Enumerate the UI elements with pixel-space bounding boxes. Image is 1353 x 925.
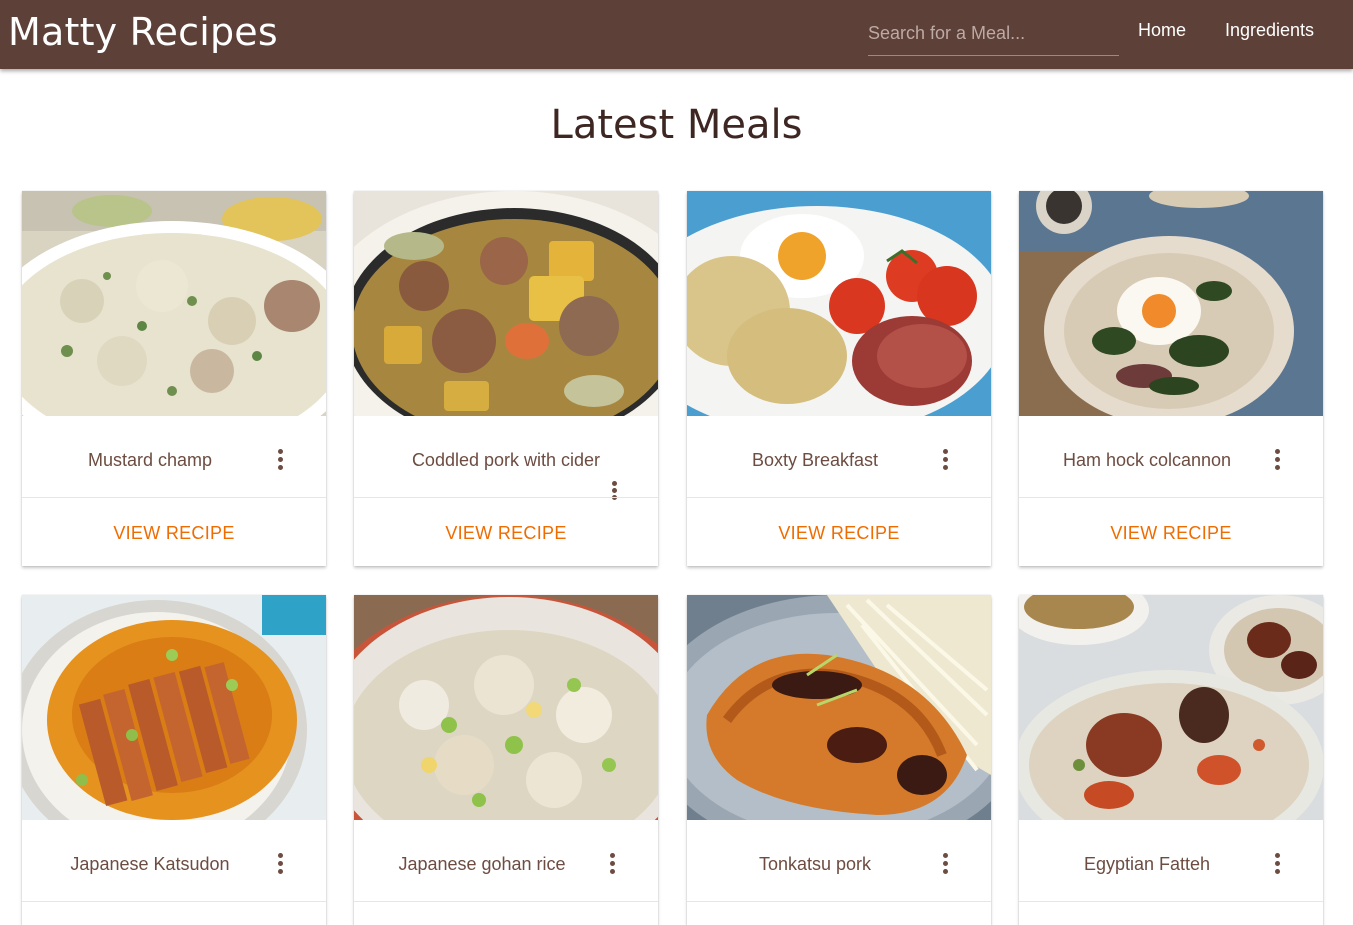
more-options-icon[interactable] — [600, 851, 624, 879]
meal-title: Mustard champ — [87, 450, 213, 470]
meal-card: Mustard champ VIEW RECIPE — [22, 191, 326, 566]
card-divider — [687, 901, 991, 902]
meal-card: Boxty Breakfast VIEW RECIPE — [687, 191, 991, 566]
meal-title: Japanese Katsudon — [70, 854, 230, 874]
meal-image[interactable] — [354, 595, 658, 820]
pork-stew-image — [354, 191, 658, 416]
card-divider — [354, 497, 658, 498]
view-recipe-button[interactable]: VIEW RECIPE — [1019, 521, 1323, 545]
more-options-icon[interactable] — [268, 447, 292, 475]
card-divider — [354, 901, 658, 902]
meal-card: Ham hock colcannon VIEW RECIPE — [1019, 191, 1323, 566]
meal-title: Japanese gohan rice — [398, 854, 566, 874]
meal-card: Japanese Katsudon — [22, 595, 326, 925]
meal-image[interactable] — [687, 595, 991, 820]
tonkatsu-image — [687, 595, 991, 820]
meal-card: Egyptian Fatteh — [1019, 595, 1323, 925]
card-divider — [1019, 497, 1323, 498]
more-options-icon[interactable] — [268, 851, 292, 879]
meal-image[interactable] — [22, 191, 326, 416]
card-divider — [22, 497, 326, 498]
katsudon-image — [22, 595, 326, 820]
meal-card: Tonkatsu pork — [687, 595, 991, 925]
card-divider — [1019, 901, 1323, 902]
nav-link-home[interactable]: Home — [1138, 18, 1186, 42]
view-recipe-button[interactable]: VIEW RECIPE — [22, 521, 326, 545]
more-options-icon[interactable] — [602, 476, 626, 500]
fatteh-image — [1019, 595, 1323, 820]
meal-image[interactable] — [1019, 595, 1323, 820]
meal-title: Ham hock colcannon — [1062, 450, 1232, 470]
more-options-icon[interactable] — [1265, 447, 1289, 475]
fried-rice-image — [354, 595, 658, 820]
meal-image[interactable] — [354, 191, 658, 416]
brand-logo-text[interactable]: Matty Recipes — [8, 8, 278, 56]
more-options-icon[interactable] — [1265, 851, 1289, 879]
mashed-potato-image — [22, 191, 326, 416]
top-navbar: Matty Recipes Home Ingredients — [0, 0, 1353, 69]
more-options-icon[interactable] — [933, 447, 957, 475]
meal-title: Coddled pork with cider — [411, 450, 601, 470]
meal-image[interactable] — [22, 595, 326, 820]
meal-image[interactable] — [687, 191, 991, 416]
view-recipe-button[interactable]: VIEW RECIPE — [354, 521, 658, 545]
meal-search-input[interactable] — [868, 12, 1119, 56]
page-title: Latest Meals — [550, 102, 803, 148]
view-recipe-button[interactable]: VIEW RECIPE — [687, 521, 991, 545]
meal-image[interactable] — [1019, 191, 1323, 416]
nav-link-ingredients[interactable]: Ingredients — [1225, 18, 1314, 42]
card-divider — [22, 901, 326, 902]
meal-title: Boxty Breakfast — [751, 450, 879, 470]
meal-title: Tonkatsu pork — [758, 854, 872, 874]
colcannon-egg-image — [1019, 191, 1323, 416]
more-options-icon[interactable] — [933, 851, 957, 879]
card-divider — [687, 497, 991, 498]
meal-card: Japanese gohan rice — [354, 595, 658, 925]
meal-card: Coddled pork with cider VIEW RECIPE — [354, 191, 658, 566]
meal-title: Egyptian Fatteh — [1083, 854, 1211, 874]
boxty-breakfast-image — [687, 191, 991, 416]
